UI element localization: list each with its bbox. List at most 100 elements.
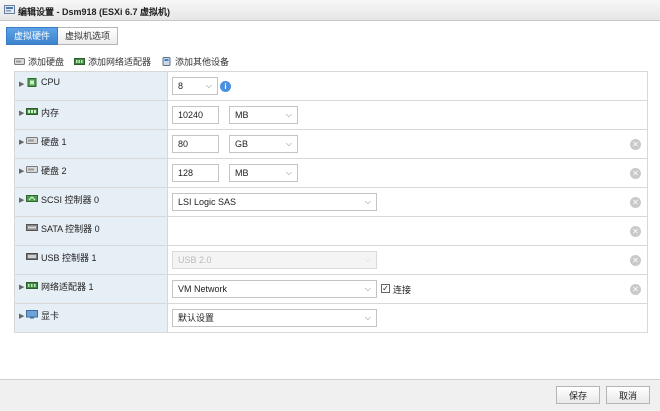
add-other-device-button[interactable]: 添加其他设备 bbox=[161, 55, 229, 67]
expand-caret-icon[interactable]: ▶ bbox=[19, 283, 24, 291]
add-nic-button[interactable]: 添加网络适配器 bbox=[74, 55, 151, 67]
row-label-cell: ▶ 硬盘 1 bbox=[15, 130, 168, 158]
settings-tabs: 虚拟硬件 虚拟机选项 bbox=[6, 27, 119, 45]
hardware-table: ▶ CPU 8 ⌵ i ▶ 内存 10240 MB ⌵ ▶ 硬盘 1 80 GB… bbox=[14, 71, 648, 333]
hardware-row-sata: SATA 控制器 0 ✕ bbox=[15, 217, 647, 246]
chevron-down-icon: ⌵ bbox=[205, 81, 212, 90]
row-label-cell: ▶ 内存 bbox=[15, 101, 168, 129]
row-label-cell: USB 控制器 1 bbox=[15, 246, 168, 274]
display-card-icon bbox=[26, 310, 38, 319]
hardware-row-memory: ▶ 内存 10240 MB ⌵ bbox=[15, 101, 647, 130]
expand-caret-icon[interactable]: ▶ bbox=[19, 167, 24, 175]
usb-label: USB 控制器 1 bbox=[41, 253, 97, 263]
expand-caret-icon[interactable]: ▶ bbox=[19, 109, 24, 117]
disk2-label: 硬盘 2 bbox=[41, 166, 67, 176]
disk1-unit-select[interactable]: GB ⌵ bbox=[229, 135, 298, 153]
disk2-unit-value: MB bbox=[235, 168, 249, 178]
expand-caret-icon[interactable]: ▶ bbox=[19, 138, 24, 146]
hard-disk-icon bbox=[26, 137, 38, 144]
hardware-row-cpu: ▶ CPU 8 ⌵ i bbox=[15, 72, 647, 101]
info-icon[interactable]: i bbox=[220, 81, 231, 92]
memory-unit-select[interactable]: MB ⌵ bbox=[229, 106, 298, 124]
chevron-down-icon: ⌵ bbox=[364, 284, 371, 293]
chevron-down-icon: ⌵ bbox=[285, 139, 292, 148]
hardware-row-display: ▶ 显卡 默认设置 ⌵ bbox=[15, 304, 647, 333]
row-label-cell: ▶ 网络适配器 1 bbox=[15, 275, 168, 303]
row-label-cell: SATA 控制器 0 bbox=[15, 217, 168, 245]
hardware-row-scsi: ▶ SCSI 控制器 0 LSI Logic SAS ⌵ ✕ bbox=[15, 188, 647, 217]
display-settings-select[interactable]: 默认设置 ⌵ bbox=[172, 309, 377, 327]
chevron-down-icon: ⌵ bbox=[364, 313, 371, 322]
sata-label: SATA 控制器 0 bbox=[41, 224, 100, 234]
nic-connect-label: 连接 bbox=[393, 285, 412, 295]
add-other-device-label: 添加其他设备 bbox=[175, 56, 230, 67]
window-title: 编辑设置 - Dsm918 (ESXi 6.7 虚拟机) bbox=[18, 7, 171, 17]
cpu-count-select[interactable]: 8 ⌵ bbox=[172, 77, 218, 95]
chevron-down-icon: ⌵ bbox=[364, 255, 371, 264]
hardware-row-disk1: ▶ 硬盘 1 80 GB ⌵ ✕ bbox=[15, 130, 647, 159]
hard-disk-icon bbox=[14, 57, 25, 65]
chevron-down-icon: ⌵ bbox=[364, 197, 371, 206]
row-label-cell: ▶ SCSI 控制器 0 bbox=[15, 188, 168, 216]
remove-device-icon[interactable]: ✕ bbox=[630, 197, 641, 208]
tab-virtual-hardware[interactable]: 虚拟硬件 bbox=[6, 27, 59, 45]
dialog-footer: 保存 取消 bbox=[0, 379, 660, 411]
cpu-label: CPU bbox=[41, 77, 61, 87]
disk1-size-value: 80 bbox=[178, 139, 189, 149]
row-label-cell: ▶ CPU bbox=[15, 72, 168, 100]
hardware-row-disk2: ▶ 硬盘 2 128 MB ⌵ ✕ bbox=[15, 159, 647, 188]
expand-caret-icon[interactable]: ▶ bbox=[19, 196, 24, 204]
display-label: 显卡 bbox=[41, 311, 60, 321]
disk1-size-input[interactable]: 80 bbox=[172, 135, 219, 153]
tab-vm-options[interactable]: 虚拟机选项 bbox=[58, 27, 119, 45]
memory-unit-value: MB bbox=[235, 110, 249, 120]
hardware-toolbar: 添加硬盘 添加网络适配器 添加其他设备 bbox=[14, 55, 229, 67]
remove-device-icon[interactable]: ✕ bbox=[630, 168, 641, 179]
scsi-label: SCSI 控制器 0 bbox=[41, 195, 100, 205]
add-disk-button[interactable]: 添加硬盘 bbox=[14, 55, 64, 67]
hardware-row-usb: USB 控制器 1 USB 2.0 ⌵ ✕ bbox=[15, 246, 647, 275]
chevron-down-icon: ⌵ bbox=[285, 110, 292, 119]
network-adapter-icon bbox=[26, 282, 38, 289]
add-nic-label: 添加网络适配器 bbox=[88, 56, 152, 67]
memory-size-value: 10240 bbox=[178, 110, 204, 120]
expand-caret-icon[interactable]: ▶ bbox=[19, 80, 24, 88]
memory-icon bbox=[26, 108, 38, 115]
usb-type-select: USB 2.0 ⌵ bbox=[172, 251, 377, 269]
nic-network-select[interactable]: VM Network ⌵ bbox=[172, 280, 377, 298]
disk2-unit-select[interactable]: MB ⌵ bbox=[229, 164, 298, 182]
row-label-cell: ▶ 显卡 bbox=[15, 304, 168, 332]
add-disk-label: 添加硬盘 bbox=[28, 56, 65, 67]
cancel-button[interactable]: 取消 bbox=[606, 386, 650, 404]
scsi-type-select[interactable]: LSI Logic SAS ⌵ bbox=[172, 193, 377, 211]
memory-label: 内存 bbox=[41, 108, 60, 118]
remove-device-icon[interactable]: ✕ bbox=[630, 255, 641, 266]
nic-connect-checkbox[interactable]: ✓ bbox=[381, 284, 390, 293]
save-button[interactable]: 保存 bbox=[556, 386, 600, 404]
display-settings-value: 默认设置 bbox=[178, 313, 215, 323]
hard-disk-icon bbox=[26, 166, 38, 173]
disk1-label: 硬盘 1 bbox=[41, 137, 67, 147]
usb-type-value: USB 2.0 bbox=[178, 255, 212, 265]
network-adapter-icon bbox=[74, 57, 86, 65]
scsi-type-value: LSI Logic SAS bbox=[178, 197, 237, 207]
cpu-icon bbox=[27, 78, 37, 87]
window-titlebar: 编辑设置 - Dsm918 (ESXi 6.7 虚拟机) bbox=[0, 0, 660, 21]
remove-device-icon[interactable]: ✕ bbox=[630, 139, 641, 150]
nic-network-value: VM Network bbox=[178, 284, 228, 294]
usb-controller-icon bbox=[26, 253, 38, 260]
cpu-count-value: 8 bbox=[178, 81, 184, 91]
expand-caret-icon[interactable]: ▶ bbox=[19, 312, 24, 320]
remove-device-icon[interactable]: ✕ bbox=[630, 284, 641, 295]
device-icon bbox=[162, 56, 171, 66]
hardware-row-nic: ▶ 网络适配器 1 VM Network ⌵ ✓ 连接 ✕ bbox=[15, 275, 647, 304]
sata-controller-icon bbox=[26, 224, 38, 231]
disk2-size-input[interactable]: 128 bbox=[172, 164, 219, 182]
remove-device-icon[interactable]: ✕ bbox=[630, 226, 641, 237]
nic-label: 网络适配器 1 bbox=[41, 282, 94, 292]
scsi-controller-icon bbox=[26, 195, 38, 202]
disk1-unit-value: GB bbox=[235, 139, 249, 149]
chevron-down-icon: ⌵ bbox=[285, 168, 292, 177]
memory-size-input[interactable]: 10240 bbox=[172, 106, 219, 124]
disk2-size-value: 128 bbox=[178, 168, 194, 178]
